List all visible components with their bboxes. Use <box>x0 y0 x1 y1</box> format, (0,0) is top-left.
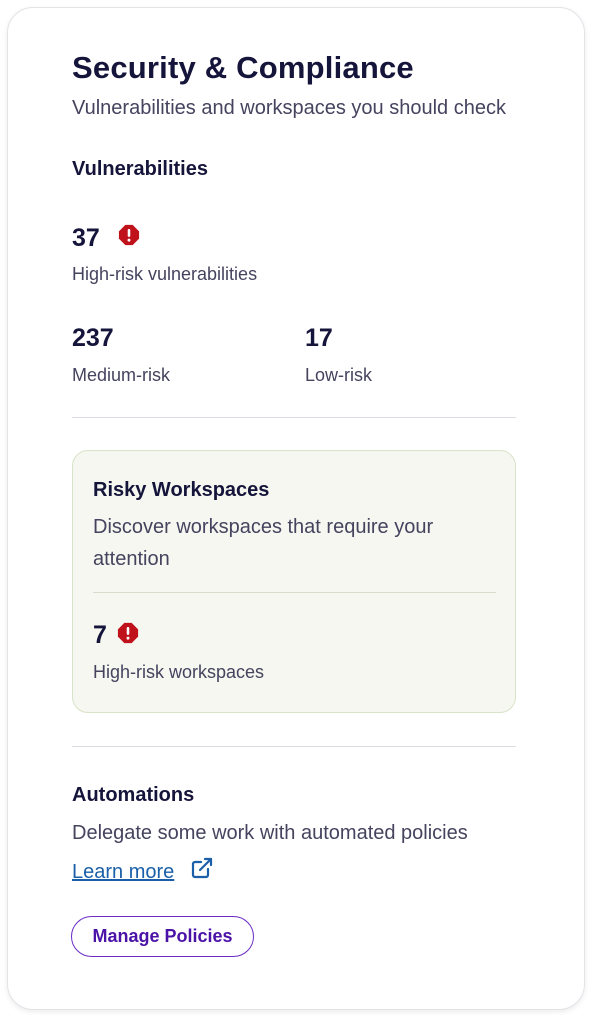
vulnerabilities-heading: Vulnerabilities <box>72 158 208 180</box>
learn-more-link[interactable]: Learn more <box>72 861 174 884</box>
risky-workspaces-heading: Risky Workspaces <box>93 479 270 501</box>
section-divider <box>72 417 516 418</box>
risky-workspaces-panel: Risky Workspaces Discover workspaces tha… <box>72 450 516 713</box>
card-subtitle: Vulnerabilities and workspaces you shoul… <box>72 97 506 119</box>
high-risk-vulnerabilities-label: High-risk vulnerabilities <box>72 264 258 284</box>
low-risk-count: 17 <box>305 324 333 352</box>
card-title: Security & Compliance <box>72 50 414 85</box>
panel-divider <box>93 592 496 593</box>
medium-risk-count: 237 <box>72 324 114 352</box>
external-link-icon[interactable] <box>190 856 214 880</box>
high-risk-workspaces-label: High-risk workspaces <box>93 662 265 682</box>
manage-policies-button[interactable]: Manage Policies <box>71 916 254 957</box>
high-risk-vulnerabilities-count: 37 <box>72 224 100 252</box>
security-compliance-card: Security & Compliance Vulnerabilities an… <box>7 7 585 1010</box>
low-risk-label: Low-risk <box>305 365 373 385</box>
medium-risk-label: Medium-risk <box>72 365 171 385</box>
high-risk-workspaces-count: 7 <box>93 621 107 649</box>
risky-workspaces-description: Discover workspaces that require your at… <box>93 516 434 570</box>
alert-octagon-icon <box>117 622 139 644</box>
section-divider <box>72 746 516 747</box>
alert-octagon-icon <box>118 224 140 246</box>
automations-heading: Automations <box>72 784 195 806</box>
automations-description: Delegate some work with automated polici… <box>72 822 468 844</box>
